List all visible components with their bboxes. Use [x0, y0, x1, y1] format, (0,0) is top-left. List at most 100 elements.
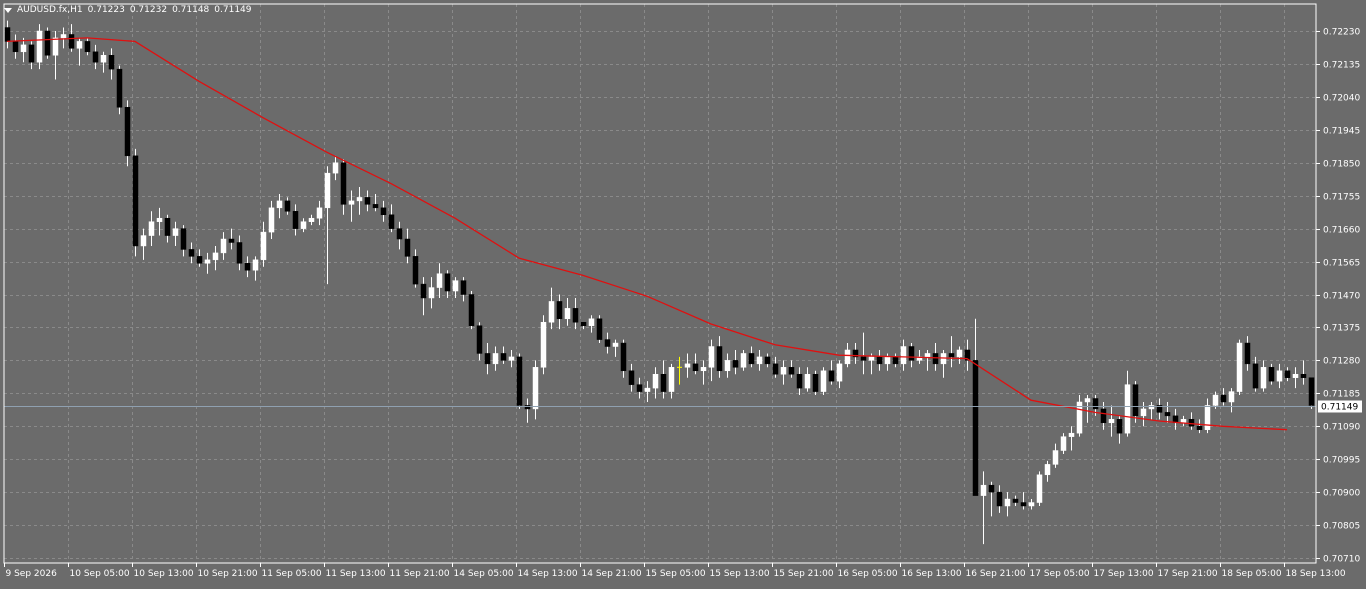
x-tick-label: 10 Sep 21:00: [198, 569, 258, 579]
candle-body: [308, 217, 315, 222]
candle-body: [1252, 363, 1259, 389]
candle-body: [1052, 450, 1059, 465]
candle-body: [1244, 342, 1251, 365]
candle-body: [108, 55, 115, 70]
candle-body: [588, 318, 595, 326]
candle-body: [1268, 367, 1275, 382]
candle-body: [124, 107, 131, 157]
candle-body: [220, 238, 227, 254]
candle-body: [228, 238, 235, 243]
candle-body: [1220, 394, 1227, 403]
y-tick-label: 0.72040: [1323, 94, 1360, 104]
low-value: 0.71148: [172, 5, 210, 15]
candle-body: [388, 214, 395, 229]
x-tick-label: 15 Sep 05:00: [646, 569, 706, 579]
candle-body: [1116, 419, 1123, 434]
candle-body: [1212, 394, 1219, 406]
candle-body: [860, 356, 867, 361]
candle-body: [212, 252, 219, 261]
candle-body: [660, 373, 667, 392]
candle-body: [372, 204, 379, 209]
candle-body: [1276, 370, 1283, 382]
candle-body: [484, 353, 491, 365]
candle-body: [836, 363, 843, 382]
candle-body: [164, 217, 171, 236]
candle-body: [116, 68, 123, 108]
candle-body: [724, 360, 731, 372]
candle-body: [740, 353, 747, 368]
candle-body: [452, 280, 459, 292]
candle-body: [20, 44, 27, 53]
candle-body: [332, 162, 339, 174]
x-tick-label: 9 Sep 2026: [6, 569, 58, 579]
candle-body: [884, 356, 891, 365]
x-tick-label: 16 Sep 13:00: [902, 569, 962, 579]
symbol-label: AUDUSD.fx,H1: [17, 5, 83, 15]
candle-body: [580, 321, 587, 326]
candle-body: [1164, 412, 1171, 417]
candle-body: [1300, 373, 1307, 378]
candle-body: [972, 360, 979, 496]
x-tick-label: 11 Sep 13:00: [326, 569, 386, 579]
candle-body: [1004, 498, 1011, 507]
candle-body: [1068, 432, 1075, 437]
x-tick-label: 11 Sep 05:00: [262, 569, 322, 579]
candle-body: [804, 373, 811, 389]
candle-body: [476, 325, 483, 354]
candle-body: [396, 228, 403, 240]
candle-body: [604, 339, 611, 347]
candle-body: [1204, 405, 1211, 430]
candle-body: [364, 197, 371, 205]
y-tick-label: 0.70805: [1323, 522, 1360, 532]
y-tick-label: 0.71470: [1323, 292, 1360, 302]
chart-window[interactable]: 0.71149 0.72230 0.72135 0.72040 0.71945 0.71…: [0, 0, 1366, 585]
candle-body: [540, 321, 547, 368]
x-tick-label: 17 Sep 05:00: [1030, 569, 1090, 579]
candle-body: [28, 44, 35, 63]
candle-body: [236, 242, 243, 264]
candle-body: [1124, 384, 1131, 434]
candle-body: [636, 384, 643, 392]
candle-body: [1092, 398, 1099, 410]
candle-body: [812, 373, 819, 392]
close-value: 0.71149: [214, 5, 252, 15]
candle-body: [716, 346, 723, 372]
candle-body: [572, 308, 579, 323]
candle-body: [156, 217, 163, 222]
candle-body: [644, 387, 651, 392]
chevron-down-icon[interactable]: [4, 8, 12, 13]
candle-body: [668, 367, 675, 392]
candle-body: [508, 356, 515, 361]
y-tick-label: 0.71565: [1323, 259, 1360, 269]
high-value: 0.71232: [129, 5, 168, 15]
candle-body: [12, 41, 19, 53]
y-tick-label: 0.70710: [1323, 555, 1360, 565]
y-tick-label: 0.71755: [1323, 193, 1360, 203]
x-tick-label: 17 Sep 21:00: [1158, 569, 1218, 579]
candle-body: [700, 367, 707, 372]
candle-body: [36, 30, 43, 63]
candle-body: [516, 356, 523, 406]
chart-header: AUDUSD.fx,H1 0.71223 0.71232 0.71148 0.7…: [4, 3, 257, 17]
candle-body: [1188, 419, 1195, 427]
price-chart[interactable]: 0.71149 0.72230 0.72135 0.72040 0.71945 0.71…: [0, 0, 1366, 585]
candle-body: [252, 259, 259, 271]
candle-body: [772, 363, 779, 375]
candle-body: [1292, 373, 1299, 378]
candle-body: [500, 353, 507, 361]
candle-body: [820, 370, 827, 392]
candle-body: [876, 356, 883, 365]
candle-body: [420, 283, 427, 299]
candle-body: [556, 301, 563, 320]
y-tick-label: 0.71280: [1323, 357, 1360, 367]
y-tick-label: 0.70900: [1323, 489, 1360, 499]
candle-body: [756, 356, 763, 365]
x-tick-label: 18 Sep 05:00: [1222, 569, 1282, 579]
candle-body: [892, 356, 899, 365]
x-tick-label: 10 Sep 05:00: [70, 569, 130, 579]
candle-body: [468, 294, 475, 326]
candle-body: [460, 280, 467, 295]
candle-body: [868, 356, 875, 361]
y-tick-label: 0.71090: [1323, 423, 1360, 433]
candle-body: [444, 273, 451, 292]
